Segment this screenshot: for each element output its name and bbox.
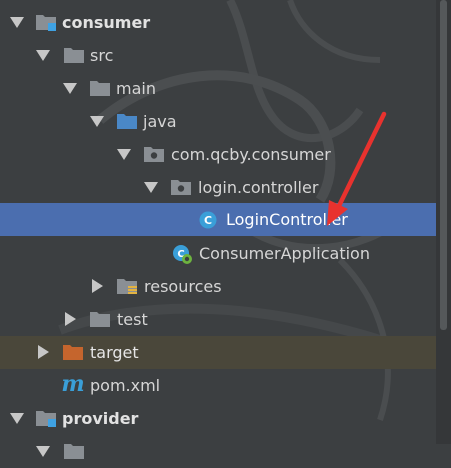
spring-boot-class-icon: C xyxy=(173,245,192,264)
tree-item-com-qcby-consumer[interactable]: com.qcby.consumer xyxy=(0,138,436,171)
project-tree-panel: consumer src main java com.qcby.consumer xyxy=(0,0,451,459)
scrollbar-thumb[interactable] xyxy=(440,0,447,330)
chevron-down-icon[interactable] xyxy=(36,50,50,61)
java-class-icon: C xyxy=(199,211,217,229)
tree-item-consumerapplication[interactable]: C ConsumerApplication xyxy=(0,237,436,270)
tree-item-label: login.controller xyxy=(198,178,319,197)
tree-item-logincontroller[interactable]: C LoginController xyxy=(0,203,436,236)
chevron-right-icon[interactable] xyxy=(38,345,49,359)
tree-item-partial xyxy=(0,435,436,468)
folder-icon xyxy=(64,48,84,63)
package-icon xyxy=(171,180,191,195)
tree-item-label: provider xyxy=(62,409,139,428)
tree-item-java[interactable]: java xyxy=(0,105,436,138)
chevron-down-icon[interactable] xyxy=(117,149,131,160)
folder-icon xyxy=(90,312,110,327)
tree-item-target[interactable]: target xyxy=(0,336,436,369)
tree-item-label: pom.xml xyxy=(90,376,161,395)
package-icon xyxy=(144,147,164,162)
tree-item-login-controller[interactable]: login.controller xyxy=(0,171,436,204)
tree-item-label: src xyxy=(90,46,114,65)
module-folder-icon xyxy=(36,411,56,427)
chevron-right-icon[interactable] xyxy=(65,312,76,326)
tree-item-label: com.qcby.consumer xyxy=(171,145,331,164)
resources-folder-icon xyxy=(117,279,137,294)
maven-icon: m xyxy=(61,372,84,396)
module-folder-icon xyxy=(36,15,56,31)
tree-item-label: consumer xyxy=(62,13,151,32)
chevron-down-icon xyxy=(36,446,50,457)
chevron-down-icon[interactable] xyxy=(63,83,77,94)
tree-item-label: target xyxy=(90,343,139,362)
tree-item-label: test xyxy=(117,310,148,329)
tree-item-label: java xyxy=(143,112,177,131)
excluded-folder-icon xyxy=(63,345,83,360)
chevron-down-icon[interactable] xyxy=(10,413,24,424)
tree-item-src[interactable]: src xyxy=(0,39,436,72)
tree-item-resources[interactable]: resources xyxy=(0,270,436,303)
source-root-folder-icon xyxy=(117,114,137,129)
chevron-down-icon[interactable] xyxy=(144,182,158,193)
tree-item-consumer[interactable]: consumer xyxy=(0,6,436,39)
tree-item-test[interactable]: test xyxy=(0,303,436,336)
tree-item-main[interactable]: main xyxy=(0,72,436,105)
class-icon-letter: C xyxy=(204,214,212,227)
folder-icon xyxy=(90,81,110,96)
tree-item-pom-xml[interactable]: m pom.xml xyxy=(0,369,436,402)
chevron-down-icon[interactable] xyxy=(90,116,104,127)
chevron-down-icon[interactable] xyxy=(10,17,24,28)
chevron-right-icon[interactable] xyxy=(92,279,103,293)
tree-item-label: ConsumerApplication xyxy=(199,244,370,263)
tree-item-label: main xyxy=(116,79,156,98)
tree-item-label: LoginController xyxy=(226,210,348,229)
svg-text:m: m xyxy=(61,372,84,396)
folder-icon xyxy=(64,444,84,459)
tree-item-label: resources xyxy=(144,277,222,296)
tree-item-provider[interactable]: provider xyxy=(0,402,436,435)
